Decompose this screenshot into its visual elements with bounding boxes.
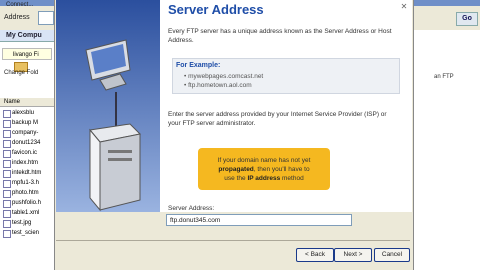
server-address-input[interactable]: ftp.donut345.com <box>166 214 352 226</box>
file-row[interactable]: photo.htm <box>2 188 54 198</box>
file-row[interactable]: donut1234 <box>2 138 54 148</box>
file-row[interactable]: company- <box>2 128 54 138</box>
file-icon <box>3 230 11 238</box>
callout-emphasis: propagated <box>218 166 254 173</box>
folder-path-field[interactable]: livango Fi <box>2 48 52 60</box>
file-icon <box>3 130 11 138</box>
file-row[interactable]: mpfu1-3.h <box>2 178 54 188</box>
file-row[interactable]: test.jpg <box>2 218 54 228</box>
tab-my-computer[interactable]: My Compu <box>0 30 56 42</box>
file-name: backup M <box>12 120 39 126</box>
tip-callout: If your domain name has not yet propagat… <box>198 148 330 190</box>
callout-line: , then you'll have to <box>253 166 310 173</box>
file-icon <box>3 170 11 178</box>
file-name: pushfolio.h <box>12 200 42 206</box>
go-button[interactable]: Go <box>456 12 478 26</box>
file-row[interactable]: table1.xml <box>2 208 54 218</box>
column-header-name[interactable]: Name <box>0 98 56 107</box>
callout-line: If your domain name has not yet <box>217 157 311 164</box>
instruction-text: Enter the server address provided by you… <box>168 111 387 127</box>
file-row[interactable]: favicon.ic <box>2 148 54 158</box>
intro-text: Every FTP server has a unique address kn… <box>168 28 392 44</box>
file-icon <box>3 220 11 228</box>
page-title: Server Address <box>168 2 264 17</box>
file-name: table1.xml <box>12 210 40 216</box>
right-pane <box>412 30 480 270</box>
address-input[interactable] <box>38 11 54 25</box>
file-name: index.htm <box>12 160 39 166</box>
file-icon <box>3 190 11 198</box>
callout-line: use the <box>224 175 248 182</box>
file-name: intekdt.htm <box>12 170 42 176</box>
change-folder-button[interactable]: Change Fold <box>4 70 38 76</box>
file-icon <box>3 110 11 118</box>
file-name: test_scien <box>12 230 40 236</box>
file-row[interactable]: index.htm <box>2 158 54 168</box>
cancel-button[interactable]: Cancel <box>374 248 410 262</box>
button-divider <box>56 240 410 241</box>
file-row[interactable]: intekdt.htm <box>2 168 54 178</box>
file-name: photo.htm <box>12 190 39 196</box>
next-button[interactable]: Next > <box>334 248 372 262</box>
file-name: alexsblu <box>12 110 35 116</box>
callout-emphasis: IP address <box>247 175 281 182</box>
file-icon <box>3 180 11 188</box>
example-item: • mywebpages.comcast.net <box>184 73 264 80</box>
computer-illustration-icon <box>56 0 160 212</box>
file-icon <box>3 200 11 208</box>
wizard-side-panel <box>56 0 160 212</box>
file-name: favicon.ic <box>12 150 38 156</box>
file-icon <box>3 210 11 218</box>
file-icon <box>3 120 11 128</box>
example-label: For Example: <box>176 62 221 69</box>
file-name: donut1234 <box>12 140 41 146</box>
file-row[interactable]: test_scien <box>2 228 54 238</box>
file-row[interactable]: pushfolio.h <box>2 198 54 208</box>
callout-line: method <box>280 175 304 182</box>
file-row[interactable]: alexsblu <box>2 108 54 118</box>
file-icon <box>3 150 11 158</box>
file-row[interactable]: backup M <box>2 118 54 128</box>
server-address-label: Server Address: <box>168 205 215 212</box>
address-label: Address <box>4 14 30 21</box>
file-name: test.jpg <box>12 220 32 226</box>
back-button[interactable]: < Back <box>296 248 334 262</box>
example-item: • ftp.hometown.aol.com <box>184 82 252 89</box>
file-icon <box>3 160 11 168</box>
file-name: company- <box>12 130 39 136</box>
right-pane-text: an FTP <box>434 74 454 80</box>
file-icon <box>3 140 11 148</box>
file-name: mpfu1-3.h <box>12 180 40 186</box>
close-icon[interactable]: ✕ <box>399 2 409 12</box>
connect-link[interactable]: Connect... <box>6 2 33 8</box>
